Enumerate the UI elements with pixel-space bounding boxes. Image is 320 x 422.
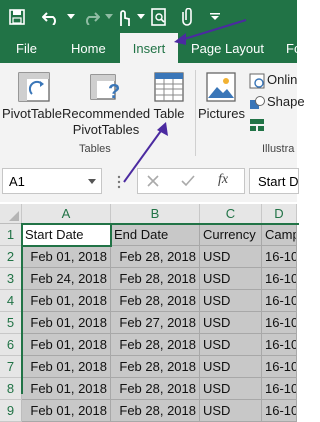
table-cell[interactable]: 16-10 bbox=[262, 400, 297, 422]
row-header[interactable]: 9 bbox=[0, 400, 22, 422]
annotation-arrows bbox=[123, 19, 247, 183]
annotation-arrow-to-insert-tab bbox=[174, 19, 247, 45]
annotation-arrow-to-table-button bbox=[123, 122, 168, 183]
table-cell[interactable]: Feb 28, 2018 bbox=[111, 400, 200, 422]
table-cell[interactable]: Feb 01, 2018 bbox=[22, 400, 111, 422]
table-cell[interactable]: USD bbox=[200, 400, 262, 422]
